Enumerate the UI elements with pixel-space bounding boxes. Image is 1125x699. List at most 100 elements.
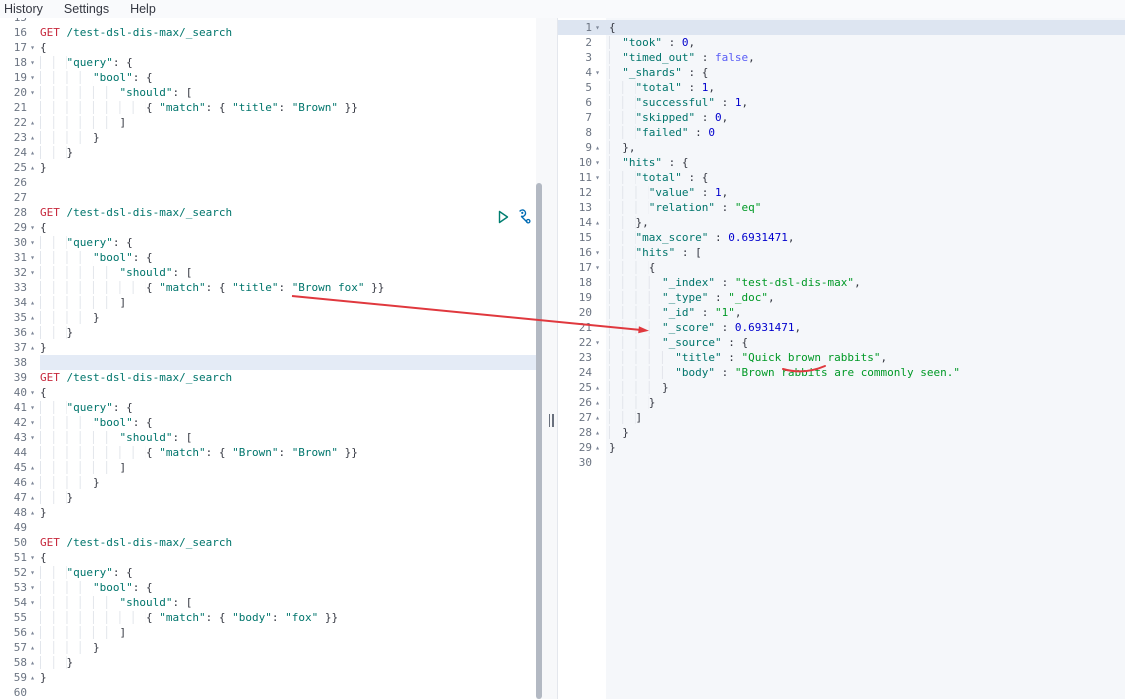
response-viewer-pane[interactable]: 1▾{2 "took" : 0,3 "timed_out" : false,4▾…: [557, 18, 1125, 699]
fold-open-icon[interactable]: ▾: [27, 235, 38, 250]
fold-end-icon[interactable]: ▴: [27, 325, 38, 340]
code-line[interactable]: 60: [0, 685, 536, 699]
fold-open-icon[interactable]: ▾: [27, 430, 38, 445]
code-line[interactable]: 20▾ "should": [: [0, 85, 536, 100]
fold-open-icon[interactable]: ▾: [27, 595, 38, 610]
code-line[interactable]: 47▴ }: [0, 490, 536, 505]
code-line[interactable]: 18 "_index" : "test-dsl-dis-max",: [558, 275, 1125, 290]
code-line[interactable]: 27: [0, 190, 536, 205]
code-line[interactable]: 7 "skipped" : 0,: [558, 110, 1125, 125]
code-line[interactable]: 13 "relation" : "eq": [558, 200, 1125, 215]
fold-open-icon[interactable]: ▾: [27, 40, 38, 55]
fold-open-icon[interactable]: ▾: [27, 220, 38, 235]
code-line[interactable]: 15: [0, 18, 536, 25]
code-line[interactable]: 35▴ }: [0, 310, 536, 325]
fold-open-icon[interactable]: ▾: [27, 415, 38, 430]
fold-open-icon[interactable]: ▾: [27, 565, 38, 580]
code-line[interactable]: 16▾ "hits" : [: [558, 245, 1125, 260]
code-line[interactable]: 31▾ "bool": {: [0, 250, 536, 265]
fold-open-icon[interactable]: ▾: [27, 550, 38, 565]
fold-end-icon[interactable]: ▴: [592, 425, 603, 440]
code-line[interactable]: 25▴}: [0, 160, 536, 175]
code-line[interactable]: 52▾ "query": {: [0, 565, 536, 580]
code-line[interactable]: 40▾{: [0, 385, 536, 400]
code-line[interactable]: 57▴ }: [0, 640, 536, 655]
fold-open-icon[interactable]: ▾: [27, 55, 38, 70]
code-line[interactable]: 26▴ }: [558, 395, 1125, 410]
code-line[interactable]: 37▴}: [0, 340, 536, 355]
fold-open-icon[interactable]: ▾: [592, 155, 603, 170]
editor-scrollbar-thumb[interactable]: [536, 183, 542, 699]
code-line[interactable]: 30: [558, 455, 1125, 470]
fold-end-icon[interactable]: ▴: [592, 440, 603, 455]
fold-open-icon[interactable]: ▾: [27, 250, 38, 265]
code-line[interactable]: 18▾ "query": {: [0, 55, 536, 70]
fold-end-icon[interactable]: ▴: [592, 410, 603, 425]
code-line[interactable]: 24 "body" : "Brown rabbits are commonly …: [558, 365, 1125, 380]
code-line[interactable]: 22▴ ]: [0, 115, 536, 130]
code-line[interactable]: 41▾ "query": {: [0, 400, 536, 415]
code-line[interactable]: 5 "total" : 1,: [558, 80, 1125, 95]
fold-open-icon[interactable]: ▾: [27, 400, 38, 415]
code-line[interactable]: 6 "successful" : 1,: [558, 95, 1125, 110]
code-line[interactable]: 28GET /test-dsl-dis-max/_search: [0, 205, 536, 220]
code-line[interactable]: 1▾{: [558, 20, 1125, 35]
fold-end-icon[interactable]: ▴: [27, 115, 38, 130]
code-line[interactable]: 33 { "match": { "title": "Brown fox" }}: [0, 280, 536, 295]
fold-end-icon[interactable]: ▴: [27, 295, 38, 310]
code-line[interactable]: 48▴}: [0, 505, 536, 520]
code-line[interactable]: 45▴ ]: [0, 460, 536, 475]
code-line[interactable]: 16GET /test-dsl-dis-max/_search: [0, 25, 536, 40]
fold-end-icon[interactable]: ▴: [27, 460, 38, 475]
fold-end-icon[interactable]: ▴: [592, 380, 603, 395]
history-menu-button[interactable]: History: [4, 0, 43, 18]
fold-end-icon[interactable]: ▴: [592, 395, 603, 410]
send-request-play-icon[interactable]: [495, 209, 511, 225]
code-line[interactable]: 50GET /test-dsl-dis-max/_search: [0, 535, 536, 550]
code-line[interactable]: 36▴ }: [0, 325, 536, 340]
fold-end-icon[interactable]: ▴: [27, 160, 38, 175]
code-line[interactable]: 42▾ "bool": {: [0, 415, 536, 430]
code-line[interactable]: 24▴ }: [0, 145, 536, 160]
code-line[interactable]: 4▾ "_shards" : {: [558, 65, 1125, 80]
code-line[interactable]: 28▴ }: [558, 425, 1125, 440]
code-line[interactable]: 20 "_id" : "1",: [558, 305, 1125, 320]
code-line[interactable]: 22▾ "_source" : {: [558, 335, 1125, 350]
code-line[interactable]: 3 "timed_out" : false,: [558, 50, 1125, 65]
code-line[interactable]: 29▴}: [558, 440, 1125, 455]
code-line[interactable]: 38: [0, 355, 536, 370]
fold-end-icon[interactable]: ▴: [592, 215, 603, 230]
code-line[interactable]: 39GET /test-dsl-dis-max/_search: [0, 370, 536, 385]
fold-end-icon[interactable]: ▴: [27, 490, 38, 505]
fold-open-icon[interactable]: ▾: [27, 580, 38, 595]
code-line[interactable]: 14▴ },: [558, 215, 1125, 230]
code-line[interactable]: 54▾ "should": [: [0, 595, 536, 610]
fold-open-icon[interactable]: ▾: [592, 170, 603, 185]
fold-end-icon[interactable]: ▴: [27, 475, 38, 490]
code-line[interactable]: 12 "value" : 1,: [558, 185, 1125, 200]
code-line[interactable]: 17▾{: [0, 40, 536, 55]
code-line[interactable]: 2 "took" : 0,: [558, 35, 1125, 50]
code-line[interactable]: 19 "_type" : "_doc",: [558, 290, 1125, 305]
fold-end-icon[interactable]: ▴: [592, 140, 603, 155]
fold-end-icon[interactable]: ▴: [27, 670, 38, 685]
fold-end-icon[interactable]: ▴: [27, 640, 38, 655]
code-line[interactable]: 17▾ {: [558, 260, 1125, 275]
code-line[interactable]: 9▴ },: [558, 140, 1125, 155]
request-options-wrench-icon[interactable]: [517, 208, 534, 225]
code-line[interactable]: 15 "max_score" : 0.6931471,: [558, 230, 1125, 245]
settings-menu-button[interactable]: Settings: [64, 0, 109, 18]
fold-open-icon[interactable]: ▾: [27, 265, 38, 280]
fold-open-icon[interactable]: ▾: [592, 20, 603, 35]
code-line[interactable]: 59▴}: [0, 670, 536, 685]
fold-end-icon[interactable]: ▴: [27, 625, 38, 640]
code-line[interactable]: 11▾ "total" : {: [558, 170, 1125, 185]
code-line[interactable]: 46▴ }: [0, 475, 536, 490]
fold-end-icon[interactable]: ▴: [27, 340, 38, 355]
fold-end-icon[interactable]: ▴: [27, 310, 38, 325]
fold-end-icon[interactable]: ▴: [27, 655, 38, 670]
code-line[interactable]: 29▾{: [0, 220, 536, 235]
code-line[interactable]: 56▴ ]: [0, 625, 536, 640]
code-line[interactable]: 21 { "match": { "title": "Brown" }}: [0, 100, 536, 115]
code-line[interactable]: 55 { "match": { "body": "fox" }}: [0, 610, 536, 625]
